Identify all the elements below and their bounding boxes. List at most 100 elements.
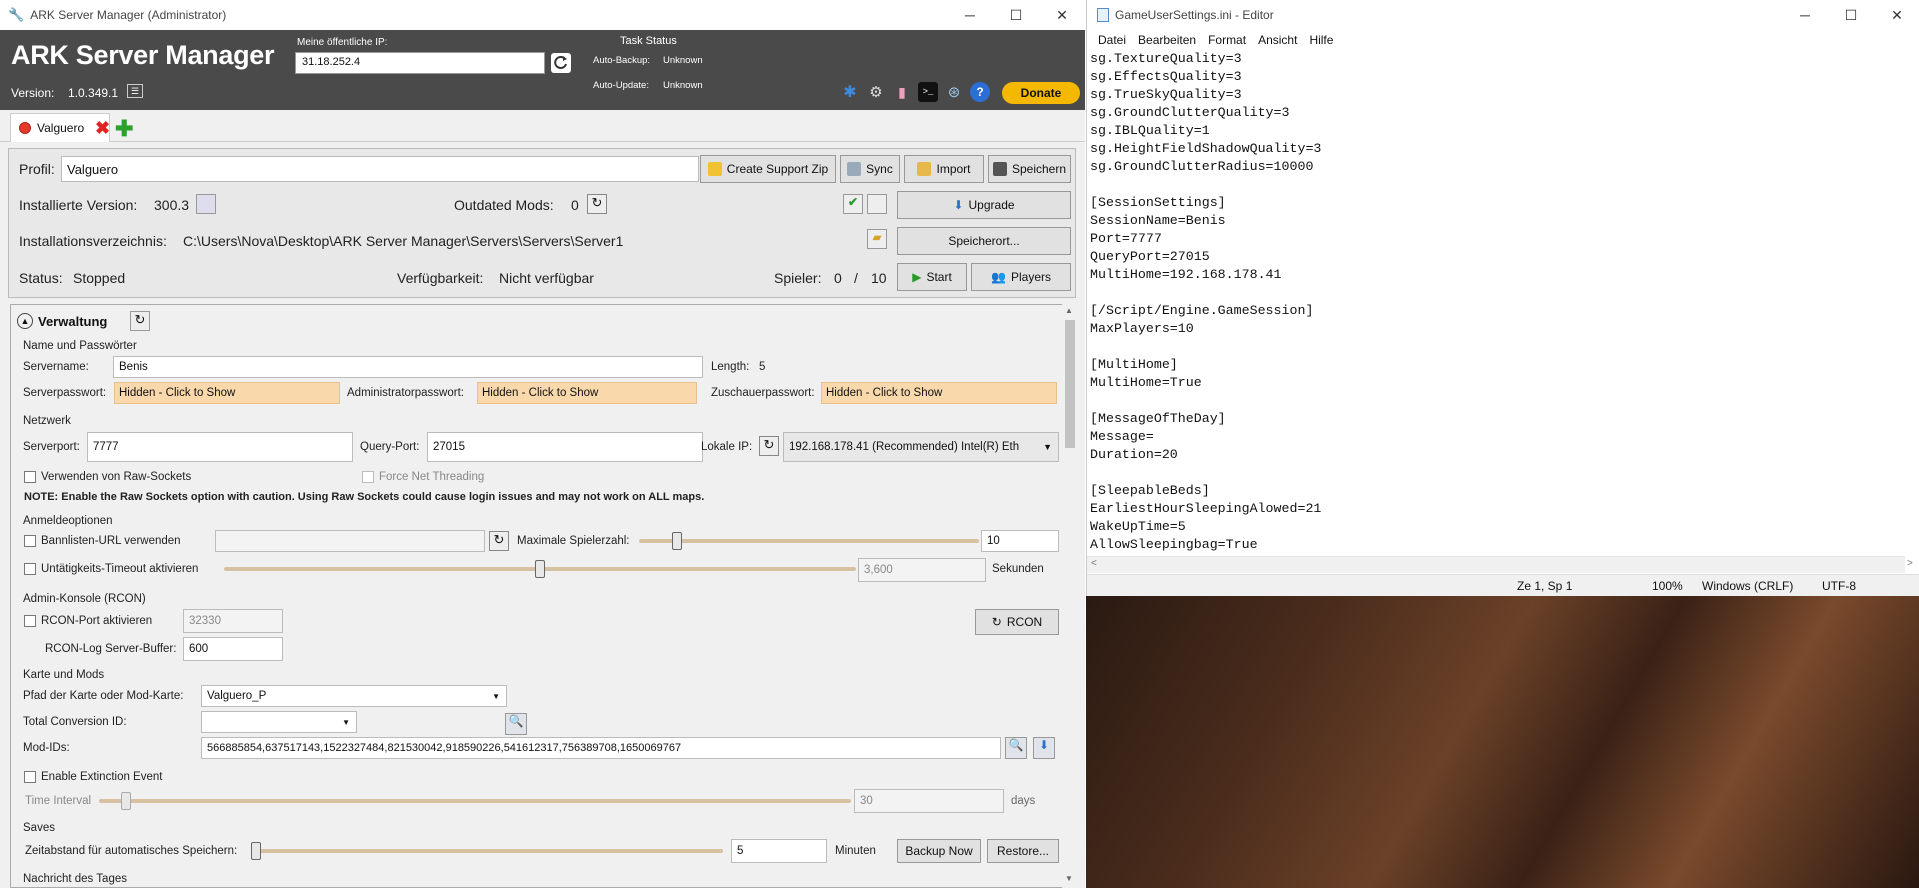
check-version-icon[interactable] (196, 194, 216, 214)
time-interval-field[interactable]: 30 (854, 789, 1004, 813)
tc-id-select[interactable]: ▼ (201, 711, 357, 733)
horizontal-scrollbar[interactable]: < > (1087, 556, 1913, 573)
autosave-slider[interactable] (251, 842, 261, 860)
menu-help[interactable]: Hilfe (1303, 30, 1339, 50)
autosave-track[interactable] (251, 849, 723, 853)
idle-timeout-checkbox[interactable] (24, 563, 36, 575)
refresh-ip-button[interactable] (550, 52, 572, 74)
max-players-field[interactable]: 10 (981, 530, 1059, 552)
idle-timeout-label: Untätigkeits-Timeout aktivieren (41, 563, 199, 575)
help-icon[interactable]: ? (970, 82, 990, 102)
public-ip-field[interactable]: 31.18.252.4 (295, 52, 545, 74)
location-button[interactable]: Speicherort... (897, 227, 1071, 255)
outdated-mods-label: Outdated Mods: (454, 197, 554, 213)
settings-gears-icon[interactable]: ⚙ (866, 82, 886, 102)
text-line: sg.GroundClutterRadius=10000 (1090, 159, 1314, 174)
notepad-maximize-button[interactable]: ☐ (1828, 0, 1874, 30)
asm-header: ARK Server Manager Meine öffentliche IP:… (0, 30, 1085, 110)
backup-now-button[interactable]: Backup Now (897, 839, 981, 863)
text-line (1090, 284, 1910, 302)
import-button[interactable]: Import (904, 155, 984, 183)
collapse-icon[interactable]: ▲ (17, 313, 33, 329)
steam-icon[interactable]: ⊛ (944, 82, 964, 102)
idle-timeout-slider[interactable] (535, 560, 545, 578)
banlist-checkbox[interactable] (24, 535, 36, 547)
admin-password-field[interactable]: Hidden - Click to Show (477, 382, 697, 404)
refresh-mods-icon[interactable]: ↻ (587, 194, 607, 214)
scroll-right-icon[interactable]: > (1907, 558, 1913, 569)
rcon-port-checkbox[interactable] (24, 615, 36, 627)
minutes-label: Minuten (835, 845, 876, 857)
paint-icon[interactable]: ▮ (892, 82, 912, 102)
scroll-down-icon[interactable]: ▼ (1065, 874, 1073, 883)
mod-ids-field[interactable]: 566885854,637517143,1522327484,821530042… (201, 737, 1001, 759)
sync-button[interactable]: Sync (840, 155, 900, 183)
console-icon[interactable]: >_ (918, 82, 938, 102)
refresh-local-ip-icon[interactable]: ↻ (759, 436, 779, 456)
menu-file[interactable]: Datei (1092, 30, 1132, 50)
menu-view[interactable]: Ansicht (1252, 30, 1303, 50)
search-tc-icon[interactable]: 🔍 (505, 713, 527, 735)
scroll-thumb[interactable] (1065, 320, 1075, 448)
spectator-password-field[interactable]: Hidden - Click to Show (821, 382, 1057, 404)
save-button[interactable]: Speichern (988, 155, 1071, 183)
checkmark-icon[interactable]: ✔ (843, 194, 863, 214)
menu-format[interactable]: Format (1202, 30, 1252, 50)
saves-section-title: Saves (23, 822, 55, 834)
status-value: Stopped (73, 270, 126, 286)
upgrade-button[interactable]: ⬇ Upgrade (897, 191, 1071, 219)
players-button[interactable]: 👥 Players (971, 263, 1071, 291)
plugin-icon[interactable]: ✱ (840, 82, 860, 102)
extinction-checkbox[interactable] (24, 771, 36, 783)
restore-button[interactable]: Restore... (987, 839, 1059, 863)
notepad-minimize-button[interactable]: ─ (1782, 0, 1828, 30)
rcon-log-field[interactable]: 600 (183, 637, 283, 661)
installed-version-value: 300.3 (154, 197, 190, 213)
autosave-field[interactable]: 5 (731, 839, 827, 863)
force-net-checkbox[interactable] (362, 471, 374, 483)
start-button[interactable]: ▶ Start (897, 263, 967, 291)
serverport-field[interactable]: 7777 (87, 432, 353, 462)
minimize-button[interactable]: ─ (947, 0, 993, 30)
notepad-statusbar: Ze 1, Sp 1 100% Windows (CRLF) UTF-8 (1087, 574, 1919, 596)
idle-timeout-field[interactable]: 3,600 (858, 558, 986, 582)
menu-edit[interactable]: Bearbeiten (1132, 30, 1202, 50)
rcon-button[interactable]: ↻ RCON (975, 609, 1059, 635)
scroll-up-icon[interactable]: ▲ (1065, 306, 1073, 315)
time-interval-track[interactable] (99, 799, 851, 803)
folder-icon[interactable]: ▰ (867, 229, 887, 249)
text-line: MaxPlayers=10 (1090, 321, 1194, 336)
reload-section-icon[interactable]: ↻ (130, 311, 150, 331)
close-tab-icon[interactable]: ✖ (95, 118, 110, 139)
queryport-field[interactable]: 27015 (427, 432, 703, 462)
time-interval-slider[interactable] (121, 792, 132, 810)
scroll-left-icon[interactable]: < (1091, 558, 1097, 569)
download-mods-icon[interactable]: ⬇ (1033, 737, 1055, 759)
search-mods-icon[interactable]: 🔍 (1005, 737, 1027, 759)
notepad-close-button[interactable]: ✕ (1874, 0, 1919, 30)
local-ip-select[interactable]: 192.168.178.41 (Recommended) Intel(R) Et… (783, 432, 1059, 462)
servername-field[interactable]: Benis (113, 356, 703, 378)
server-password-field[interactable]: Hidden - Click to Show (114, 382, 340, 404)
maximize-button[interactable]: ☐ (993, 0, 1039, 30)
changelog-icon[interactable]: ☰ (127, 84, 143, 98)
profile-panel: Profil: Valguero Create Support Zip Sync… (8, 148, 1076, 298)
close-button[interactable]: ✕ (1039, 0, 1085, 30)
max-players-slider[interactable] (672, 532, 682, 550)
admin-scrollbar[interactable]: ▲ ▼ (1062, 304, 1078, 888)
refresh-banlist-icon[interactable]: ↻ (489, 531, 509, 551)
rcon-port-field[interactable]: 32330 (183, 609, 283, 633)
donate-button[interactable]: Donate (1002, 82, 1080, 104)
profile-name-field[interactable]: Valguero (61, 156, 699, 182)
notepad-text-area[interactable]: sg.TextureQuality=3 sg.EffectsQuality=3 sg… (1090, 50, 1910, 555)
create-support-zip-button[interactable]: Create Support Zip (700, 155, 836, 183)
max-players-track[interactable] (639, 539, 979, 543)
raw-sockets-note: NOTE: Enable the Raw Sockets option with… (24, 491, 705, 503)
cursor-position: Ze 1, Sp 1 (1517, 579, 1573, 593)
text-line (1090, 464, 1910, 482)
add-tab-icon[interactable]: ✚ (115, 116, 133, 142)
banlist-url-field[interactable] (215, 530, 485, 552)
map-path-select[interactable]: Valguero_P ▼ (201, 685, 507, 707)
raw-sockets-checkbox[interactable] (24, 471, 36, 483)
validate-icon[interactable] (867, 194, 887, 214)
